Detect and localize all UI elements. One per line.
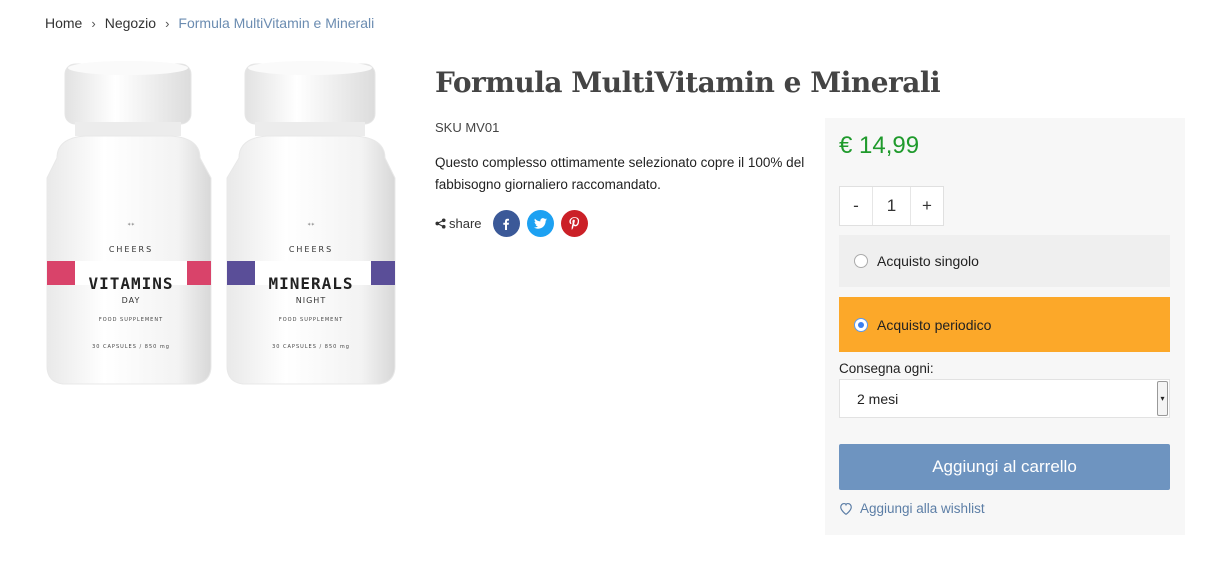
heart-icon [840,502,852,515]
delivery-frequency-value: 2 mesi [857,390,899,407]
product-bottles-image: ✶✶ CHEERS VITAMINS DAY FOOD SUPPLEMENT 3… [46,61,396,385]
option-single-label: Acquisto singolo [877,253,979,269]
chevron-right-icon: › [91,15,96,31]
svg-text:DAY: DAY [122,296,141,305]
share-icon [435,218,446,229]
vitamins-label: VITAMINS [88,274,173,293]
wishlist-label: Aggiungi alla wishlist [860,501,985,516]
breadcrumb-current: Formula MultiVitamin e Minerali [178,15,375,31]
option-periodic-label: Acquisto periodico [877,316,992,333]
twitter-icon [533,218,547,229]
delivery-frequency-label: Consegna ogni: [839,361,934,376]
option-periodic-purchase[interactable]: Acquisto periodico [839,297,1170,352]
svg-text:✶✶: ✶✶ [127,221,135,228]
share-label: share [449,216,482,231]
svg-text:FOOD SUPPLEMENT: FOOD SUPPLEMENT [99,317,163,323]
twitter-share-button[interactable] [526,210,554,237]
svg-text:NIGHT: NIGHT [296,296,326,305]
option-single-purchase[interactable]: Acquisto singolo [839,235,1170,287]
facebook-icon [503,218,510,230]
breadcrumb: Home › Negozio › Formula MultiVitamin e … [45,15,374,31]
quantity-stepper: - 1 + [839,186,944,226]
quantity-increase-button[interactable]: + [911,187,943,225]
quantity-decrease-button[interactable]: - [840,187,872,225]
breadcrumb-home[interactable]: Home [45,15,82,31]
vitamins-bottle: ✶✶ CHEERS VITAMINS DAY FOOD SUPPLEMENT 3… [46,61,212,385]
share-label-wrap: share [435,216,482,231]
minerals-bottle: ✶✶ CHEERS MINERALS NIGHT FOOD SUPPLEMENT… [226,61,396,385]
select-arrow-icon[interactable]: ▾ [1157,381,1168,416]
pinterest-share-button[interactable] [560,210,588,237]
product-image[interactable]: ✶✶ CHEERS VITAMINS DAY FOOD SUPPLEMENT 3… [45,58,407,388]
purchase-panel: € 14,99 - 1 + Acquisto singolo Acquisto … [825,118,1185,535]
product-description: Questo complesso ottimamente selezionato… [435,155,805,192]
add-to-cart-button[interactable]: Aggiungi al carrello [839,444,1170,490]
minerals-brand: CHEERS [289,245,333,254]
product-price: € 14,99 [839,132,920,159]
chevron-right-icon: › [165,15,170,31]
svg-text:✶✶: ✶✶ [307,221,315,228]
radio-single-purchase[interactable] [854,254,868,268]
delivery-frequency-select[interactable]: 2 mesi ▾ [839,379,1170,418]
svg-text:30 CAPSULES / 850 mg: 30 CAPSULES / 850 mg [92,344,170,350]
breadcrumb-shop[interactable]: Negozio [105,15,156,31]
share-bar: share [435,210,588,237]
radio-periodic-purchase[interactable] [854,317,868,332]
quantity-input[interactable]: 1 [872,187,911,225]
product-sku: SKU MV01 [435,120,500,135]
product-title: Formula MultiVitamin e Minerali [435,66,941,99]
svg-text:30 CAPSULES / 850 mg: 30 CAPSULES / 850 mg [272,344,350,350]
add-to-wishlist-link[interactable]: Aggiungi alla wishlist [839,501,985,516]
pinterest-icon [568,217,579,230]
svg-text:FOOD SUPPLEMENT: FOOD SUPPLEMENT [279,317,343,323]
minerals-label: MINERALS [268,274,353,293]
vitamins-brand: CHEERS [109,245,153,254]
facebook-share-button[interactable] [492,210,520,237]
